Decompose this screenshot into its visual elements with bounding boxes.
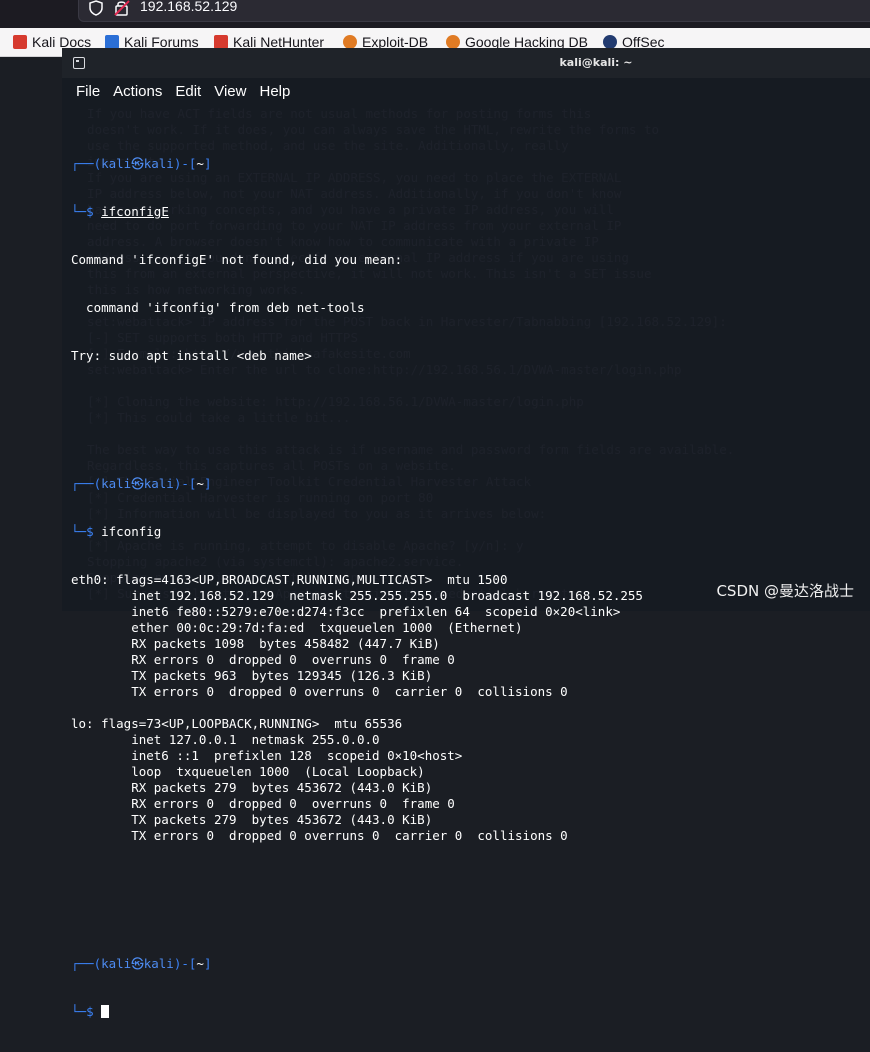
output-line: RX packets 1098 bytes 458482 (447.7 KiB) xyxy=(71,636,440,651)
prompt-bracket: )-[ xyxy=(173,156,197,171)
prompt-corner-bottom: └─ xyxy=(71,524,87,539)
command-text: ifconfigE xyxy=(101,204,169,219)
prompt-corner: ┌──( xyxy=(71,956,102,971)
prompt-bracket: )-[ xyxy=(173,956,197,971)
csdn-watermark: CSDN @曼达洛战士 xyxy=(716,582,854,600)
kali-forums-icon xyxy=(105,35,119,49)
output-line: TX packets 963 bytes 129345 (126.3 KiB) xyxy=(71,668,433,683)
exploit-db-icon xyxy=(343,35,357,49)
text-cursor xyxy=(101,1005,110,1018)
browser-address-bar: 192.168.52.129 xyxy=(0,0,870,28)
shield-icon[interactable] xyxy=(88,0,104,16)
command-line: └─$ ifconfigE xyxy=(71,204,861,220)
menu-help[interactable]: Help xyxy=(259,83,290,100)
prompt-line: ┌──(kali㉿kali)-[~] xyxy=(71,956,861,972)
output-line: inet6 fe80::5279:e70e:d274:f3cc prefixle… xyxy=(71,604,621,619)
url-text[interactable]: 192.168.52.129 xyxy=(140,0,237,14)
prompt-at: ㉿ xyxy=(131,956,144,971)
prompt-symbol: $ xyxy=(86,204,94,219)
prompt-user: kali xyxy=(101,156,132,171)
prompt-user: kali xyxy=(101,476,132,491)
output-line: RX errors 0 dropped 0 overruns 0 frame 0 xyxy=(71,652,455,667)
prompt-bracket-end: ] xyxy=(203,156,212,171)
command-text: ifconfig xyxy=(101,524,162,539)
prompt-line: ┌──(kali㉿kali)-[~] xyxy=(71,156,861,172)
prompt-path: ~ xyxy=(196,956,204,971)
terminal-menubar: File Actions Edit View Help xyxy=(62,78,870,104)
output-line: inet 127.0.0.1 netmask 255.0.0.0 xyxy=(71,732,380,747)
output-line: ether 00:0c:29:7d:fa:ed txqueuelen 1000 … xyxy=(71,620,523,635)
ifconfig-output: eth0: flags=4163<UP,BROADCAST,RUNNING,MU… xyxy=(71,572,861,844)
output-line: RX errors 0 dropped 0 overruns 0 frame 0 xyxy=(71,796,455,811)
terminal-window[interactable]: kali@kali: ~ File Actions Edit View Help… xyxy=(62,48,870,1019)
window-title: kali@kali: ~ xyxy=(559,56,633,69)
prompt-path: ~ xyxy=(196,476,204,491)
output-line: lo: flags=73<UP,LOOPBACK,RUNNING> mtu 65… xyxy=(71,716,403,731)
menu-view[interactable]: View xyxy=(214,83,246,100)
prompt-path: ~ xyxy=(196,156,204,171)
prompt-host: kali xyxy=(143,956,174,971)
prompt-corner-bottom: └─ xyxy=(71,204,87,219)
prompt-corner-bottom: └─ xyxy=(71,1004,87,1019)
output-line: TX errors 0 dropped 0 overruns 0 carrier… xyxy=(71,828,568,843)
offsec-icon xyxy=(603,35,617,49)
menu-file[interactable]: File xyxy=(76,83,100,100)
prompt-corner: ┌──( xyxy=(71,156,102,171)
ghdb-icon xyxy=(446,35,460,49)
prompt-user: kali xyxy=(101,956,132,971)
prompt-at: ㉿ xyxy=(131,156,144,171)
prompt-bracket-end: ] xyxy=(203,956,212,971)
menu-actions[interactable]: Actions xyxy=(113,83,162,100)
command-line: └─$ xyxy=(71,1004,861,1020)
output-line: RX packets 279 bytes 453672 (443.0 KiB) xyxy=(71,780,433,795)
output-line: inet6 ::1 prefixlen 128 scopeid 0×10<hos… xyxy=(71,748,463,763)
output-line: Try: sudo apt install <deb name> xyxy=(71,348,312,363)
insecure-lock-icon[interactable] xyxy=(114,0,130,16)
output-line: TX errors 0 dropped 0 overruns 0 carrier… xyxy=(71,684,568,699)
prompt-at: ㉿ xyxy=(131,476,144,491)
command-line: └─$ ifconfig xyxy=(71,524,861,540)
prompt-line: ┌──(kali㉿kali)-[~] xyxy=(71,476,861,492)
kali-nethunter-icon xyxy=(214,35,228,49)
prompt-host: kali xyxy=(143,156,174,171)
prompt-host: kali xyxy=(143,476,174,491)
terminal-titlebar[interactable]: kali@kali: ~ xyxy=(62,48,870,78)
kali-docs-icon xyxy=(13,35,27,49)
prompt-bracket: )-[ xyxy=(173,476,197,491)
prompt-corner: ┌──( xyxy=(71,476,102,491)
output-line: TX packets 279 bytes 453672 (443.0 KiB) xyxy=(71,812,433,827)
prompt-bracket-end: ] xyxy=(203,476,212,491)
prompt-symbol: $ xyxy=(86,1004,94,1019)
output-line: Command 'ifconfigE' not found, did you m… xyxy=(71,252,403,267)
output-line: loop txqueuelen 1000 (Local Loopback) xyxy=(71,764,425,779)
menu-edit[interactable]: Edit xyxy=(175,83,201,100)
output-line: command 'ifconfig' from deb net-tools xyxy=(71,300,365,315)
prompt-symbol: $ xyxy=(86,524,94,539)
